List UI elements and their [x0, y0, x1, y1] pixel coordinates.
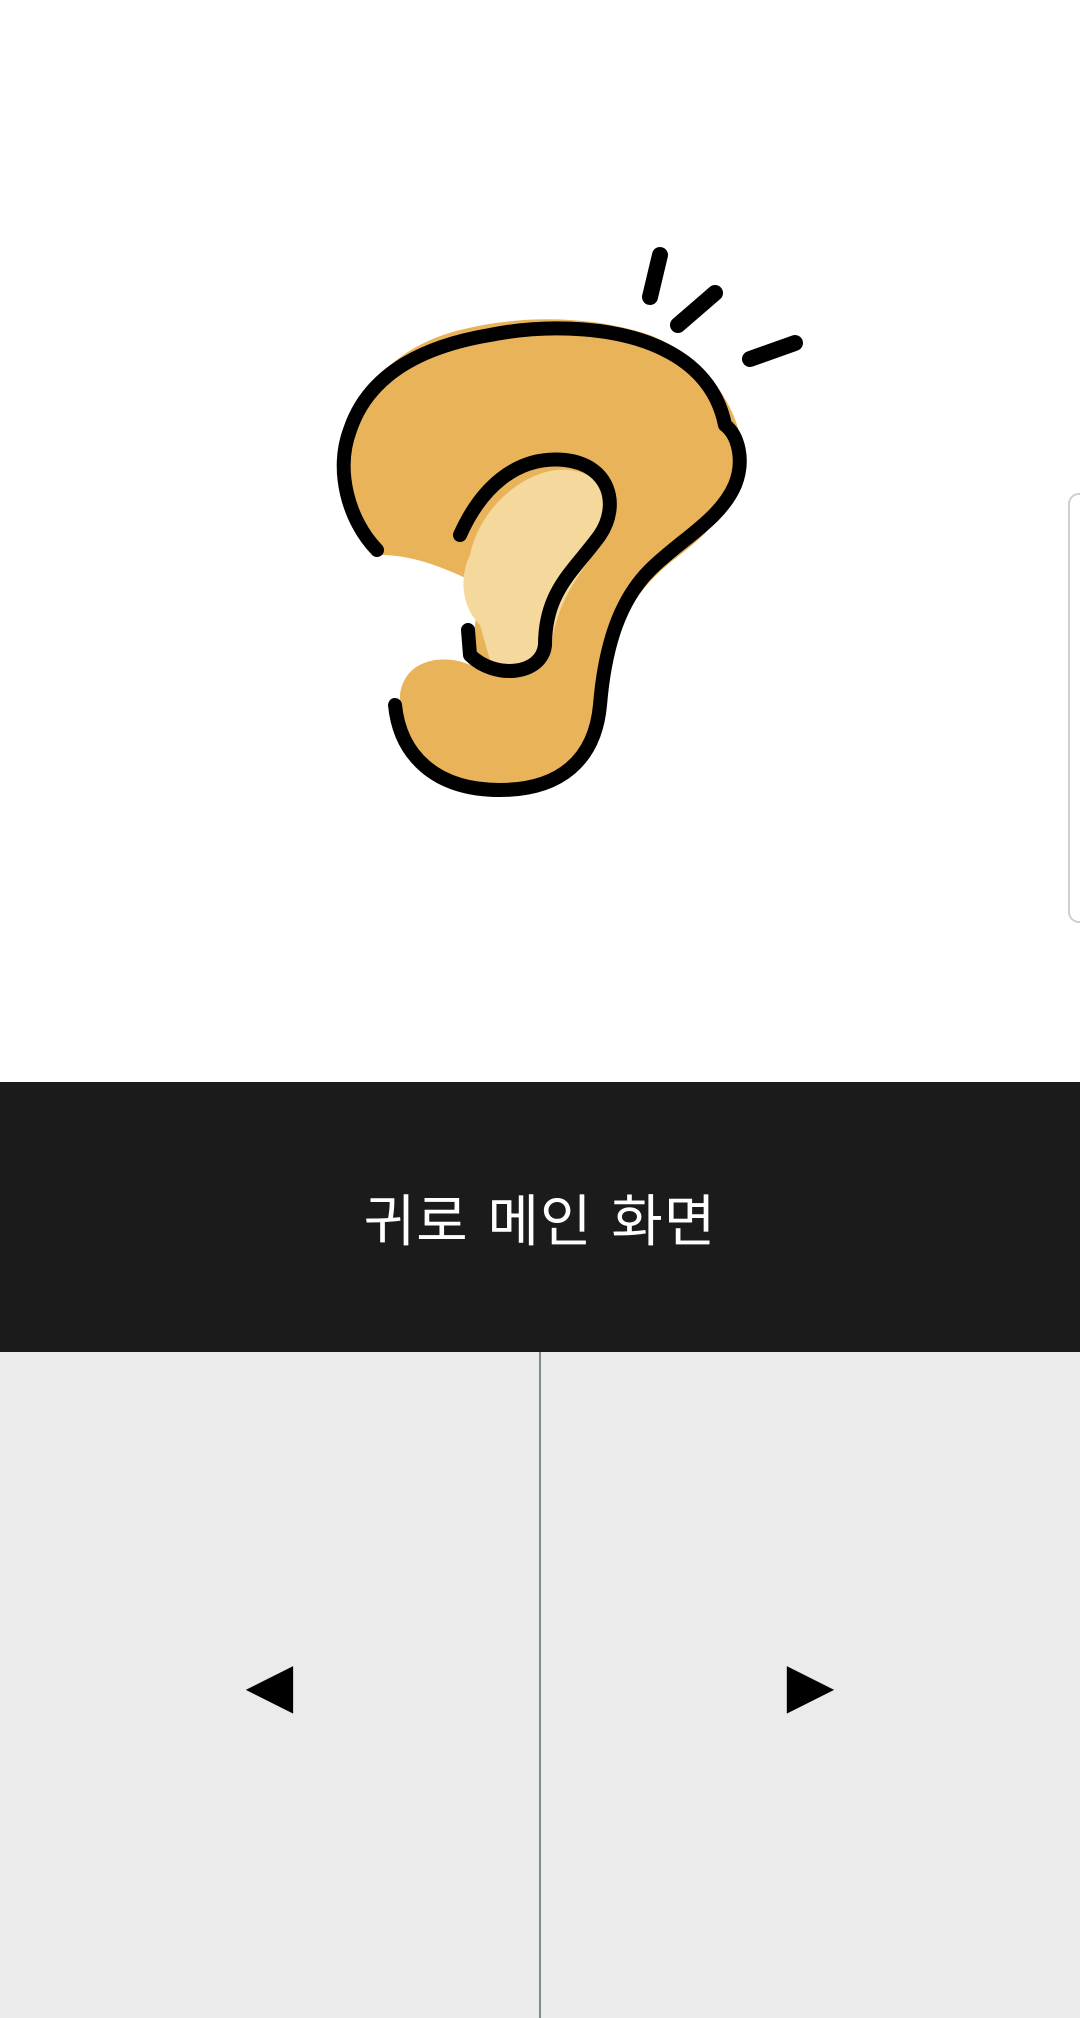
sound-line-2 — [670, 285, 723, 333]
hero-area — [0, 0, 1080, 1082]
sound-line-3 — [742, 335, 803, 367]
triangle-left-icon: ◀ — [245, 1648, 294, 1721]
next-button[interactable]: ▶ — [541, 1352, 1080, 2018]
app-screen: 귀로 메인 화면 ◀ ▶ — [0, 0, 1080, 2018]
navigation-area: ◀ ▶ — [0, 1352, 1080, 2018]
triangle-right-icon: ▶ — [786, 1648, 835, 1721]
sound-line-1 — [642, 247, 668, 305]
page-title: 귀로 메인 화면 — [363, 1189, 717, 1255]
previous-button[interactable]: ◀ — [0, 1352, 539, 2018]
title-bar: 귀로 메인 화면 — [0, 1082, 1080, 1352]
edge-panel-handle[interactable] — [1068, 493, 1080, 923]
ear-icon — [336, 247, 803, 797]
